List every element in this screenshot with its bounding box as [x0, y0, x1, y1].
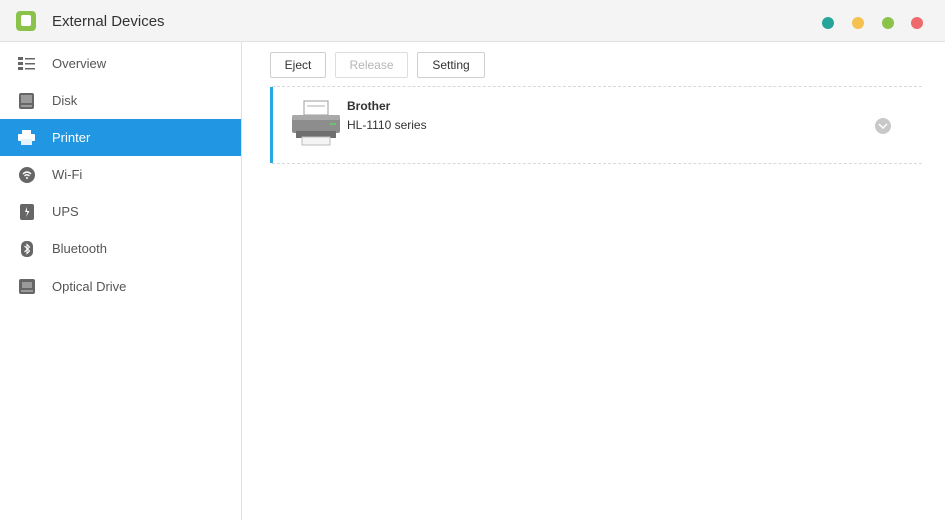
bluetooth-icon	[18, 240, 35, 257]
ups-icon	[18, 203, 35, 220]
green-window-button[interactable]	[882, 17, 894, 29]
setting-button[interactable]: Setting	[417, 52, 485, 78]
sidebar-item-wifi[interactable]: Wi-Fi	[0, 156, 241, 193]
eject-button[interactable]: Eject	[270, 52, 326, 78]
sidebar-item-label: Wi-Fi	[52, 167, 83, 182]
sidebar-item-label: UPS	[52, 204, 79, 219]
device-brand: Brother	[347, 99, 391, 113]
wifi-icon	[18, 166, 35, 183]
printer-device-icon	[290, 99, 342, 147]
sidebar-item-label: Optical Drive	[52, 279, 127, 294]
expand-chevron-icon[interactable]	[875, 118, 891, 134]
overview-icon	[18, 55, 35, 72]
optical-drive-icon	[18, 278, 35, 295]
printer-icon	[18, 129, 35, 146]
teal-window-button[interactable]	[822, 17, 834, 29]
sidebar-item-overview[interactable]: Overview	[0, 45, 241, 82]
release-button[interactable]: Release	[335, 52, 408, 78]
sidebar-item-disk[interactable]: Disk	[0, 82, 241, 119]
selection-accent-bar	[270, 87, 273, 163]
sidebar: Overview Disk Printer Wi-Fi UPS Bluetoot…	[0, 42, 242, 520]
yellow-window-button[interactable]	[852, 17, 864, 29]
list-item[interactable]: Brother HL-1110 series	[270, 87, 922, 163]
window-title: External Devices	[52, 13, 165, 30]
title-bar: External Devices	[0, 0, 945, 42]
sidebar-item-label: Printer	[52, 130, 91, 145]
disk-icon	[18, 92, 35, 109]
sidebar-item-label: Bluetooth	[52, 241, 107, 256]
external-devices-app-icon	[16, 11, 36, 31]
list-divider	[272, 163, 922, 164]
sidebar-item-printer[interactable]: Printer	[0, 119, 241, 156]
sidebar-item-label: Overview	[52, 56, 107, 71]
red-window-button[interactable]	[911, 17, 923, 29]
sidebar-item-label: Disk	[52, 93, 78, 108]
sidebar-item-bluetooth[interactable]: Bluetooth	[0, 230, 241, 267]
sidebar-item-ups[interactable]: UPS	[0, 193, 241, 230]
sidebar-item-optical-drive[interactable]: Optical Drive	[0, 268, 241, 305]
device-model: HL-1110 series	[347, 118, 427, 132]
